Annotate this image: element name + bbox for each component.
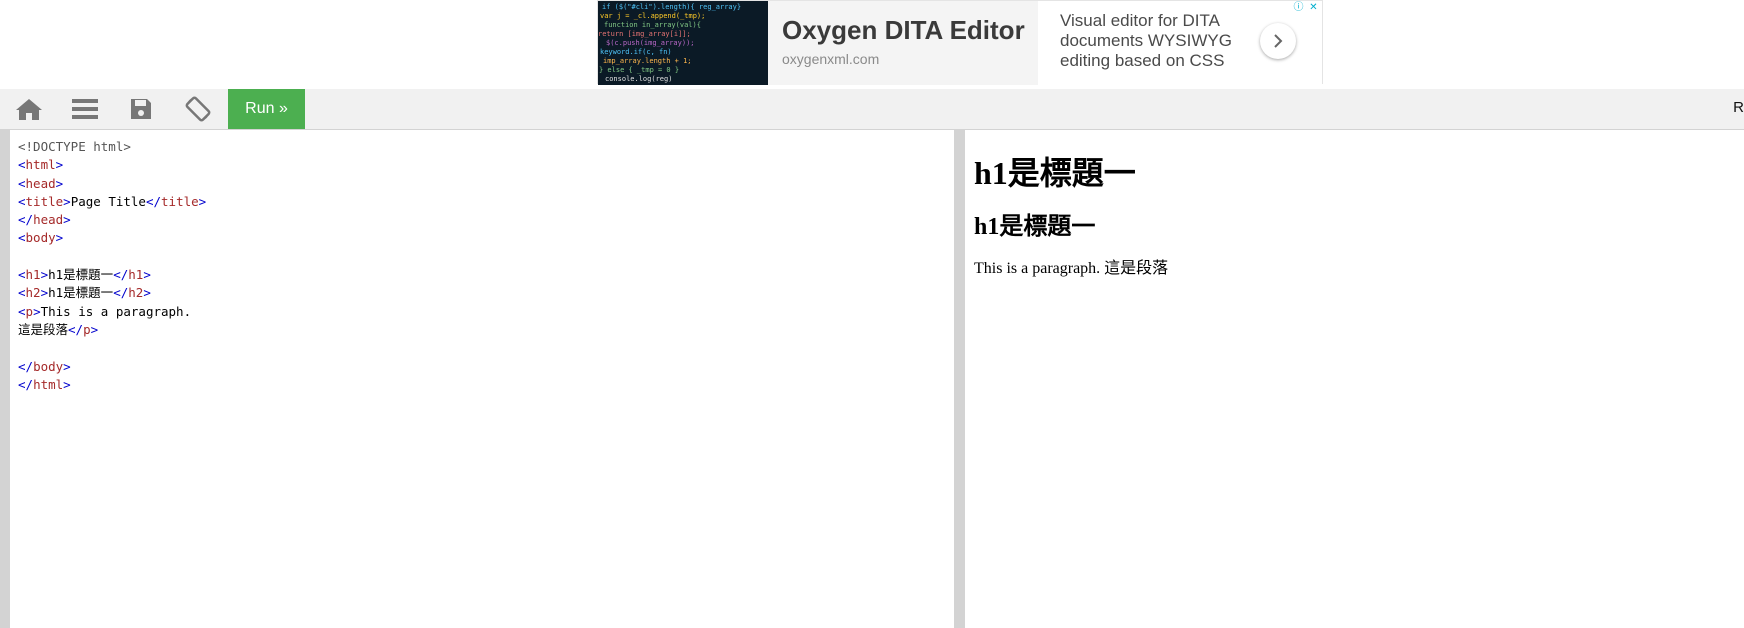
pane-resize-handle[interactable] [954, 129, 964, 628]
svg-text:var j = _cl.append(_tmp);: var j = _cl.append(_tmp); [600, 12, 705, 20]
code-line[interactable]: </head> [18, 211, 206, 229]
code-token: h2 [25, 285, 41, 301]
ad-close-icon[interactable]: ✕ [1307, 1, 1320, 14]
rendered-h1: h1是標題一 [974, 155, 1136, 191]
code-editor[interactable]: <!DOCTYPE html> <html> <head> <title>Page T… [10, 130, 954, 628]
run-button[interactable]: Run » [228, 89, 305, 129]
code-token: > [90, 321, 99, 337]
code-token: </ [18, 376, 34, 392]
code-line[interactable]: </html> [18, 376, 206, 394]
code-token: head [33, 212, 64, 228]
editor-panes: <!DOCTYPE html> <html> <head> <title>Page T… [0, 129, 1744, 628]
save-icon[interactable] [113, 89, 169, 129]
code-token: </ [18, 358, 34, 374]
code-token: > [143, 267, 151, 283]
code-token: body [33, 358, 64, 374]
rotate-icon[interactable] [170, 89, 226, 129]
ad-domain[interactable]: oxygenxml.com [782, 51, 879, 67]
ad-description-block[interactable]: Visual editor for DITA documents WYSIWYG… [1038, 1, 1322, 85]
code-token: h1是標題一 [48, 285, 114, 301]
code-token: </ [113, 285, 129, 301]
code-token: p [83, 321, 91, 337]
rendered-paragraph: This is a paragraph. 這是段落 [974, 260, 1169, 277]
code-token: < [18, 303, 26, 319]
code-line[interactable]: <html> [18, 156, 206, 174]
code-token: Page Title [70, 193, 146, 209]
code-line[interactable]: <h1>h1是標題一</h1> [18, 266, 206, 284]
code-line[interactable]: <p>This is a paragraph. [18, 303, 206, 321]
code-token: > [143, 285, 151, 301]
code-line[interactable]: <head> [18, 175, 206, 193]
home-icon[interactable] [1, 89, 57, 129]
code-token: < [18, 175, 26, 191]
code-token: </ [145, 193, 162, 209]
result-preview: h1是標題一 h1是標題一 This is a paragraph. 這是段落 [965, 130, 1744, 628]
ad-description[interactable]: Visual editor for DITA documents WYSIWYG… [1060, 11, 1250, 71]
ad-text-block[interactable]: Oxygen DITA Editor oxygenxml.com [768, 1, 1038, 85]
ad-info-icon[interactable]: ⓘ [1292, 1, 1305, 14]
svg-text:return [img_array[i]];: return [img_array[i]]; [598, 30, 691, 38]
code-token: p [25, 303, 34, 319]
code-token: <!DOCTYPE html> [18, 139, 131, 154]
code-token: html [25, 157, 56, 173]
code-token: 這是段落 [18, 321, 69, 337]
toolbar-right-label[interactable]: R [1733, 99, 1744, 116]
code-token: > [55, 230, 64, 246]
svg-text:} else { _tmp = 0 }: } else { _tmp = 0 } [599, 66, 679, 74]
ad-banner[interactable]: if ($("#cli").length){ reg_array} var j … [597, 0, 1323, 85]
code-token: > [63, 376, 71, 392]
code-token: > [63, 212, 71, 228]
toolbar: Run » R [0, 89, 1744, 129]
code-token: > [40, 267, 49, 283]
code-token: > [63, 193, 71, 209]
code-token: </ [18, 212, 34, 228]
code-token: html [33, 376, 64, 392]
rendered-h2: h1是標題一 [974, 214, 1096, 240]
svg-text:console.log(reg): console.log(reg) [605, 75, 672, 83]
ad-title[interactable]: Oxygen DITA Editor [782, 15, 1025, 46]
menu-icon[interactable] [57, 89, 113, 129]
code-token: head [25, 175, 56, 191]
svg-text:function in_array(val){: function in_array(val){ [604, 21, 701, 29]
code-line[interactable]: <!DOCTYPE html> [18, 138, 206, 156]
code-token: > [33, 303, 41, 319]
svg-text:imp_array.length + 1;: imp_array.length + 1; [603, 57, 692, 65]
code-token: > [63, 358, 71, 374]
code-token: h1 [128, 267, 144, 283]
code-text[interactable]: <!DOCTYPE html> <html> <head> <title>Page T… [18, 138, 206, 394]
chevron-right-icon[interactable] [1260, 23, 1296, 59]
ad-thumbnail-image[interactable]: if ($("#cli").length){ reg_array} var j … [598, 1, 768, 85]
code-token: h1 [25, 267, 41, 283]
code-token: </ [68, 321, 84, 337]
code-line[interactable]: 這是段落</p> [18, 321, 206, 339]
code-token: title [25, 193, 64, 209]
code-token: > [40, 285, 49, 301]
code-token: < [18, 157, 26, 173]
ad-choices-badge[interactable]: ⓘ ✕ [1292, 1, 1320, 14]
code-token: < [18, 267, 26, 283]
code-token: < [18, 285, 26, 301]
code-token: This is a paragraph. [40, 303, 192, 319]
code-line[interactable] [18, 339, 206, 357]
code-token: </ [113, 267, 129, 283]
code-line[interactable]: <h2>h1是標題一</h2> [18, 284, 206, 302]
code-token: > [55, 157, 64, 173]
code-line[interactable] [18, 248, 206, 266]
code-token: > [198, 193, 207, 209]
code-token: body [25, 230, 56, 246]
rendered-document: h1是標題一 h1是標題一 This is a paragraph. 這是段落 [974, 148, 1168, 278]
svg-text:$(c.push(img_array));: $(c.push(img_array)); [606, 39, 695, 47]
svg-text:keyword.if(c, fn): keyword.if(c, fn) [600, 48, 672, 56]
code-token: > [55, 175, 64, 191]
code-token: < [18, 193, 26, 209]
code-token: < [18, 230, 26, 246]
svg-text:if ($("#cli").length){ reg_arr: if ($("#cli").length){ reg_array} [602, 3, 741, 11]
code-line[interactable]: </body> [18, 358, 206, 376]
code-line[interactable]: <title>Page Title</title> [18, 193, 206, 211]
code-token: title [161, 193, 199, 209]
code-token: h2 [128, 285, 144, 301]
code-token: h1是標題一 [48, 267, 114, 283]
code-line[interactable]: <body> [18, 229, 206, 247]
